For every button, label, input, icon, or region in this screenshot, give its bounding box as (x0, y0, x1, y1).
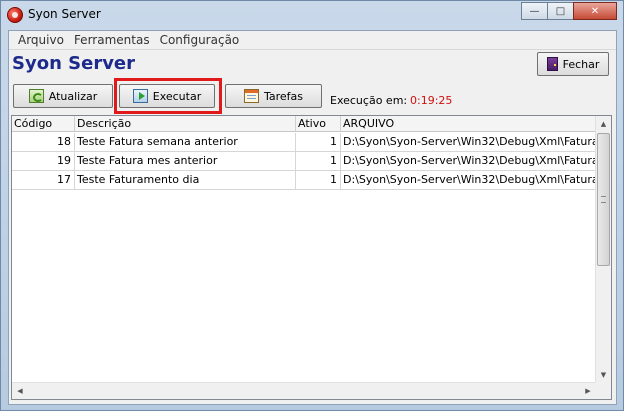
cell-arquivo[interactable]: D:\Syon\Syon-Server\Win32\Debug\Xml\Fatu… (341, 171, 596, 189)
cell-ativo[interactable]: 1 (296, 133, 341, 151)
execucao-timer: 0:19:25 (410, 94, 453, 107)
column-header-ativo[interactable]: Ativo (296, 116, 341, 131)
vertical-scrollbar[interactable]: ▲ ▼ (595, 116, 611, 383)
cell-ativo[interactable]: 1 (296, 152, 341, 170)
menu-arquivo[interactable]: Arquivo (13, 33, 69, 47)
table-row[interactable]: 19 Teste Fatura mes anterior 1 D:\Syon\S… (12, 152, 596, 171)
scroll-left-icon[interactable]: ◀ (12, 383, 28, 399)
cell-arquivo[interactable]: D:\Syon\Syon-Server\Win32\Debug\Xml\Fatu… (341, 152, 596, 170)
tasks-icon (243, 89, 259, 103)
minimize-button[interactable]: — (521, 2, 548, 20)
column-header-descricao[interactable]: Descrição (75, 116, 296, 131)
run-icon (132, 89, 148, 103)
window-title: Syon Server (28, 7, 101, 21)
page-title: Syon Server (12, 53, 136, 74)
fechar-label: Fechar (562, 57, 600, 71)
refresh-icon (28, 89, 44, 103)
scroll-up-icon[interactable]: ▲ (596, 116, 611, 132)
door-exit-icon (546, 57, 558, 71)
cell-codigo[interactable]: 19 (12, 152, 75, 170)
grid-header: Código Descrição Ativo ARQUIVO (12, 116, 596, 132)
cell-ativo[interactable]: 1 (296, 171, 341, 189)
execucao-label: Execução em: (330, 94, 408, 107)
cell-codigo[interactable]: 17 (12, 171, 75, 189)
table-row[interactable]: 17 Teste Faturamento dia 1 D:\Syon\Syon-… (12, 171, 596, 190)
cell-descricao[interactable]: Teste Faturamento dia (75, 171, 296, 189)
executar-label: Executar (152, 89, 202, 103)
atualizar-button[interactable]: Atualizar (13, 84, 113, 108)
app-icon[interactable] (7, 7, 23, 23)
window-controls: — □ ✕ (521, 2, 617, 20)
executar-button[interactable]: Executar (119, 84, 215, 108)
tarefas-button[interactable]: Tarefas (225, 84, 322, 108)
close-button[interactable]: ✕ (573, 2, 617, 20)
grid-rows: 18 Teste Fatura semana anterior 1 D:\Syo… (12, 133, 596, 190)
scroll-down-icon[interactable]: ▼ (596, 367, 611, 383)
fechar-button[interactable]: Fechar (537, 52, 609, 76)
atualizar-label: Atualizar (48, 89, 98, 103)
horizontal-scrollbar[interactable]: ◀ ▶ (12, 382, 596, 399)
close-icon: ✕ (590, 5, 600, 17)
vertical-scroll-thumb[interactable] (597, 133, 610, 266)
cell-codigo[interactable]: 18 (12, 133, 75, 151)
menu-bar: Arquivo Ferramentas Configuração (9, 31, 616, 50)
scroll-right-icon[interactable]: ▶ (580, 383, 596, 399)
menu-configuracao[interactable]: Configuração (155, 33, 245, 47)
tasks-grid[interactable]: Código Descrição Ativo ARQUIVO 18 Teste … (11, 115, 612, 400)
maximize-button[interactable]: □ (547, 2, 574, 20)
client-area: Arquivo Ferramentas Configuração Syon Se… (8, 30, 617, 405)
scrollbar-corner (595, 382, 611, 399)
title-bar[interactable]: Syon Server — □ ✕ (1, 1, 623, 30)
column-header-arquivo[interactable]: ARQUIVO (341, 116, 596, 131)
maximize-icon: □ (555, 5, 566, 17)
column-header-codigo[interactable]: Código (12, 116, 75, 131)
table-row[interactable]: 18 Teste Fatura semana anterior 1 D:\Syo… (12, 133, 596, 152)
cell-arquivo[interactable]: D:\Syon\Syon-Server\Win32\Debug\Xml\Fatu… (341, 133, 596, 151)
menu-ferramentas[interactable]: Ferramentas (69, 33, 155, 47)
cell-descricao[interactable]: Teste Fatura mes anterior (75, 152, 296, 170)
app-window: Syon Server — □ ✕ Arquivo Ferramentas Co… (0, 0, 624, 411)
cell-descricao[interactable]: Teste Fatura semana anterior (75, 133, 296, 151)
tarefas-label: Tarefas (263, 89, 304, 103)
minimize-icon: — (529, 5, 540, 17)
